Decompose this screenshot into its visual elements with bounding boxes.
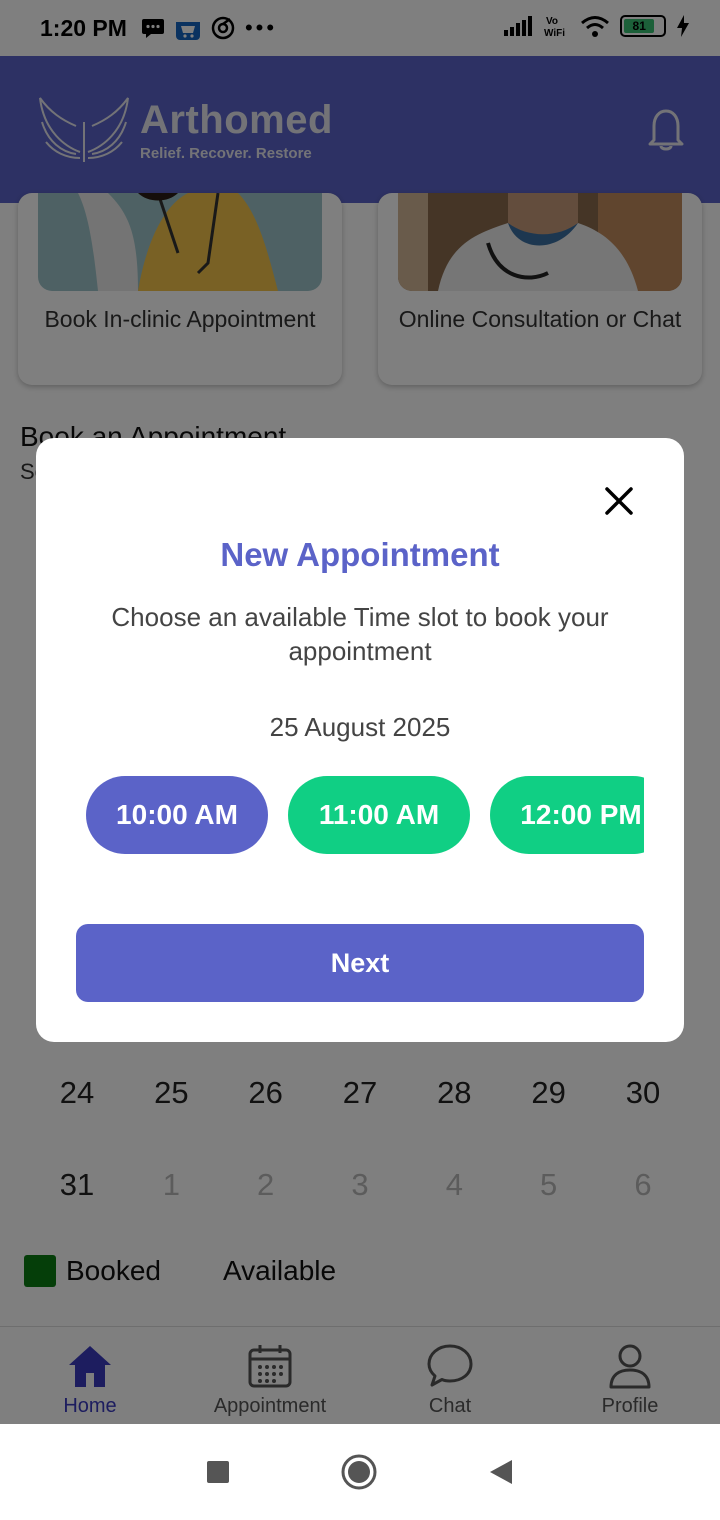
dialog-description: Choose an available Time slot to book yo… [111, 602, 609, 666]
time-slot-selected[interactable]: 10:00 AM [86, 776, 268, 854]
system-nav-bar [0, 1424, 720, 1520]
new-appointment-dialog: New Appointment Choose an available Time… [36, 438, 684, 1042]
selected-date: 25 August 2025 [269, 712, 451, 742]
recents-icon[interactable] [206, 1460, 230, 1484]
dialog-title: New Appointment [220, 536, 500, 573]
close-icon[interactable] [604, 486, 634, 516]
time-slot[interactable]: 12:00 PM [490, 776, 644, 854]
home-button-icon[interactable] [340, 1453, 378, 1491]
next-button[interactable]: Next [76, 924, 644, 1002]
time-slot-list[interactable]: 10:00 AM 11:00 AM 12:00 PM [86, 776, 644, 854]
time-slot[interactable]: 11:00 AM [288, 776, 470, 854]
back-icon[interactable] [488, 1458, 514, 1486]
